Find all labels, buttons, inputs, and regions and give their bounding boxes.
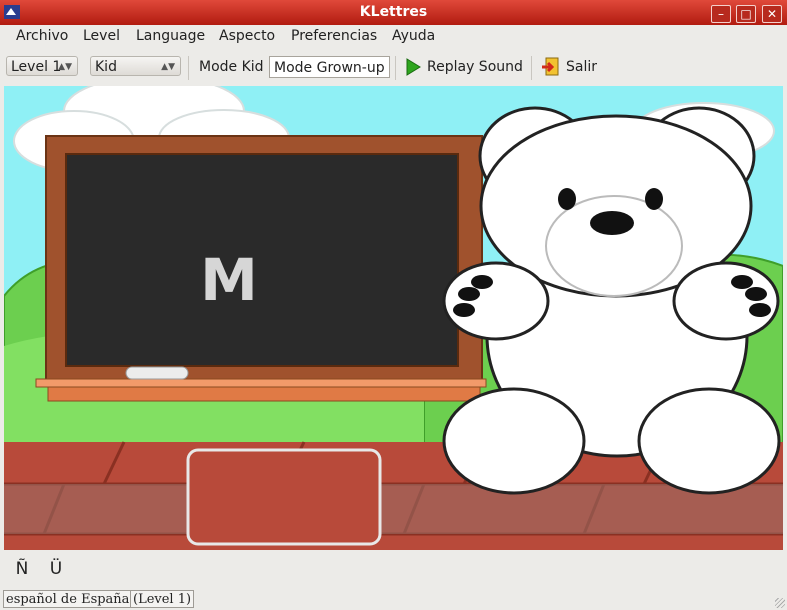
window-title: KLettres	[359, 4, 428, 20]
maximize-button[interactable]: □	[736, 5, 756, 23]
char-button-u-umlaut[interactable]: Ü	[44, 557, 68, 581]
resize-grip[interactable]	[775, 598, 785, 608]
toolbar-separator	[395, 56, 396, 80]
answer-slot[interactable]	[188, 450, 380, 544]
game-scene: M	[4, 86, 783, 550]
menu-aspecto[interactable]: Aspecto	[219, 28, 275, 44]
mode-grownup-button[interactable]: Mode Grown-up	[269, 56, 390, 78]
minimize-icon: –	[718, 7, 724, 21]
level-combo[interactable]: Level 1 ▲▼	[6, 56, 78, 76]
close-icon: ✕	[766, 7, 778, 21]
menu-archivo[interactable]: Archivo	[16, 28, 68, 44]
play-icon	[406, 58, 421, 76]
mode-kid-button[interactable]: Mode Kid	[199, 56, 264, 78]
background-scene	[4, 86, 783, 550]
toolbar-separator	[531, 56, 532, 80]
combo-arrow-icon: ▲▼	[161, 62, 175, 72]
menu-ayuda[interactable]: Ayuda	[392, 28, 435, 44]
title-bar: KLettres – □ ✕	[0, 0, 787, 26]
combo-arrow-icon: ▲▼	[58, 62, 72, 72]
status-level: (Level 1)	[130, 590, 195, 608]
toolbar-separator	[188, 56, 189, 80]
minimize-button[interactable]: –	[711, 5, 731, 23]
special-chars-bar	[0, 552, 787, 586]
exit-icon	[542, 57, 559, 76]
menu-language[interactable]: Language	[136, 28, 205, 44]
look-combo[interactable]: Kid ▲▼	[90, 56, 181, 76]
quit-label: Salir	[566, 59, 598, 75]
replay-sound-label: Replay Sound	[427, 59, 523, 75]
char-button-n-tilde[interactable]: Ñ	[10, 557, 34, 581]
close-button[interactable]: ✕	[762, 5, 782, 23]
chalkboard-letter: M	[200, 246, 258, 314]
menu-level[interactable]: Level	[83, 28, 120, 44]
look-combo-value: Kid	[95, 59, 117, 75]
maximize-icon: □	[740, 7, 752, 21]
status-language: español de España	[3, 590, 133, 608]
menu-bar: Archivo Level Language Aspecto Preferenc…	[0, 25, 787, 49]
level-combo-value: Level 1	[11, 59, 62, 75]
menu-preferencias[interactable]: Preferencias	[291, 28, 377, 44]
